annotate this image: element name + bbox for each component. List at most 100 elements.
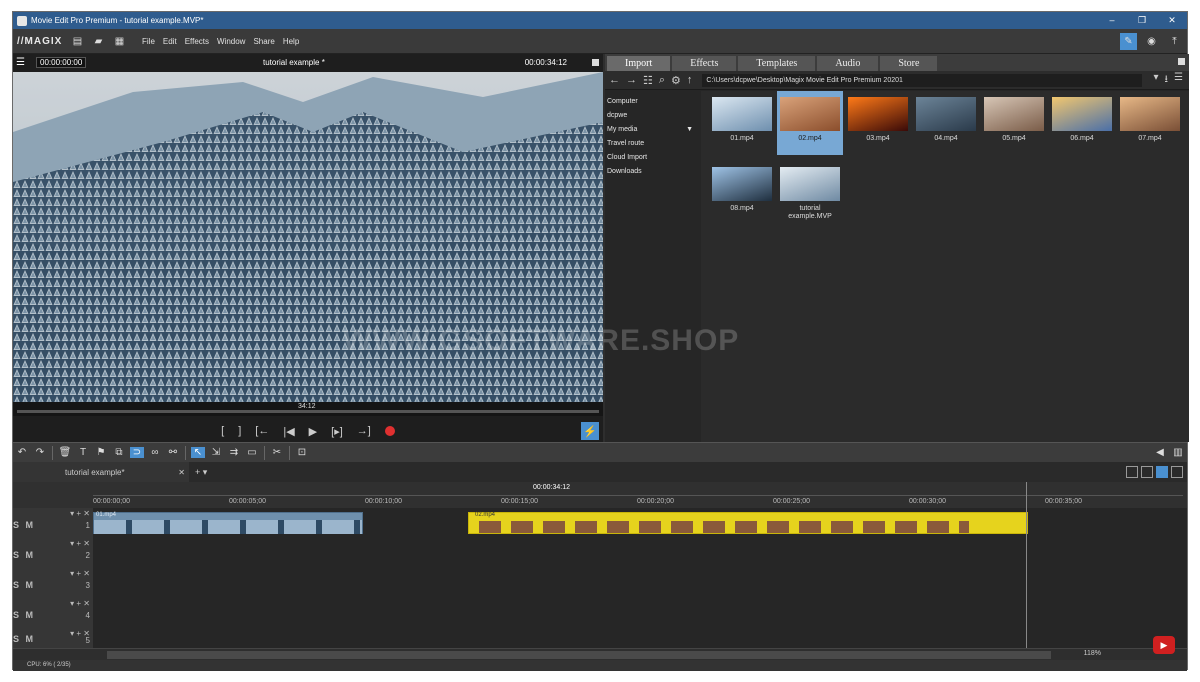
timeline-scrollbar[interactable]: 118% bbox=[13, 648, 1187, 660]
marker-icon[interactable]: ⚑ bbox=[94, 447, 108, 458]
folder-cloud-import[interactable]: Cloud Import bbox=[605, 151, 701, 165]
link-icon[interactable]: ∞ bbox=[148, 447, 162, 458]
folder-dcpwe[interactable]: dcpwe bbox=[605, 109, 701, 123]
track-controls[interactable]: ▾ + ✕ bbox=[70, 569, 90, 578]
file-thumb[interactable]: 07.mp4 bbox=[1117, 91, 1183, 155]
tab-store[interactable]: Store bbox=[880, 56, 938, 71]
text-icon[interactable]: T bbox=[76, 447, 90, 458]
track-sm[interactable]: S M bbox=[13, 520, 35, 530]
prev-marker-button[interactable]: [← bbox=[255, 425, 269, 437]
up-icon[interactable]: ↑ bbox=[687, 74, 693, 87]
minimize-button[interactable]: – bbox=[1097, 15, 1127, 26]
ripple-icon[interactable]: ⇉ bbox=[227, 447, 241, 458]
menu-window[interactable]: Window bbox=[217, 37, 245, 46]
file-thumb[interactable]: 03.mp4 bbox=[845, 91, 911, 155]
multi-select-icon[interactable]: ⇲ bbox=[209, 447, 223, 458]
view-single-icon[interactable] bbox=[1126, 466, 1138, 478]
gear-icon[interactable]: ⚙ bbox=[671, 74, 681, 87]
new-file-icon[interactable]: ▤ bbox=[72, 36, 83, 47]
path-field[interactable]: C:\Users\dcpwe\Desktop\Magix Movie Edit … bbox=[702, 73, 1143, 87]
next-button[interactable]: →] bbox=[357, 425, 371, 437]
track-sm[interactable]: S M bbox=[13, 634, 35, 644]
track-sm[interactable]: S M bbox=[13, 580, 35, 590]
dropdown-icon[interactable]: ▾ bbox=[1154, 72, 1159, 89]
import-icon[interactable]: ⭳ bbox=[1165, 72, 1169, 89]
tab-templates[interactable]: Templates bbox=[738, 56, 816, 71]
track-sm[interactable]: S M bbox=[13, 550, 35, 560]
thumbnail bbox=[848, 97, 908, 131]
menu-file[interactable]: File bbox=[142, 37, 155, 46]
open-folder-icon[interactable]: ▰ bbox=[93, 36, 104, 47]
pointer-icon[interactable]: ↖ bbox=[191, 447, 205, 458]
undo-icon[interactable]: ↶ bbox=[15, 447, 29, 458]
list-view-icon[interactable]: ☰ bbox=[1174, 72, 1183, 89]
search-icon[interactable]: ⌕ bbox=[659, 74, 665, 87]
mark-in-button[interactable]: [ bbox=[221, 425, 224, 437]
file-thumb[interactable]: 02.mp4 bbox=[777, 91, 843, 155]
preview-scrubber[interactable]: 34:12 bbox=[13, 402, 603, 416]
maximize-preview-icon[interactable] bbox=[592, 59, 599, 66]
folder-downloads[interactable]: Downloads bbox=[605, 165, 701, 179]
tree-icon[interactable]: ☷ bbox=[643, 74, 653, 87]
record-button[interactable] bbox=[384, 426, 395, 436]
view-overview-icon[interactable] bbox=[1171, 466, 1183, 478]
close-icon[interactable]: ✕ bbox=[178, 468, 185, 477]
back-icon[interactable]: ← bbox=[609, 74, 620, 87]
group-icon[interactable]: ⧉ bbox=[112, 447, 126, 458]
trash-icon[interactable]: 🗑 bbox=[58, 447, 72, 458]
file-thumb[interactable]: 05.mp4 bbox=[981, 91, 1047, 155]
snapshot-icon[interactable]: ⊡ bbox=[295, 447, 309, 458]
file-thumb[interactable]: 08.mp4 bbox=[709, 161, 775, 225]
prev-button[interactable]: |◀ bbox=[283, 425, 294, 438]
clip-02[interactable]: 02.mp4 bbox=[468, 512, 1028, 534]
mark-out-button[interactable]: ] bbox=[238, 425, 241, 437]
menu-help[interactable]: Help bbox=[283, 37, 299, 46]
menu-edit[interactable]: Edit bbox=[163, 37, 177, 46]
view-storyboard-icon[interactable] bbox=[1141, 466, 1153, 478]
tab-import[interactable]: Import bbox=[607, 56, 671, 71]
forward-icon[interactable]: → bbox=[626, 74, 637, 87]
speaker-icon[interactable]: ◀ bbox=[1153, 447, 1167, 458]
disc-icon[interactable]: ◉ bbox=[1143, 33, 1160, 50]
upload-icon[interactable]: ⤒ bbox=[1166, 33, 1183, 50]
mixer-icon[interactable]: ▥ bbox=[1171, 447, 1185, 458]
tab-audio[interactable]: Audio bbox=[817, 56, 879, 71]
preview-timecode[interactable]: 00:00:00:00 bbox=[36, 57, 87, 68]
file-thumb[interactable]: 04.mp4 bbox=[913, 91, 979, 155]
tab-project[interactable]: tutorial example* ✕ bbox=[13, 462, 189, 482]
maximize-button[interactable]: ❐ bbox=[1127, 15, 1157, 26]
add-tab-icon[interactable]: + ▾ bbox=[195, 467, 207, 478]
track-controls[interactable]: ▾ + ✕ bbox=[70, 539, 90, 548]
range-icon[interactable]: ▭ bbox=[245, 447, 259, 458]
file-thumb[interactable]: 01.mp4 bbox=[709, 91, 775, 155]
save-icon[interactable]: ▦ bbox=[114, 36, 125, 47]
clip-01[interactable]: 01.mp4 bbox=[93, 512, 363, 534]
menu-effects[interactable]: Effects bbox=[185, 37, 209, 46]
file-thumb[interactable]: 06.mp4 bbox=[1049, 91, 1115, 155]
zoom-level[interactable]: 118% bbox=[1084, 650, 1101, 657]
file-thumb[interactable]: tutorial example.MVP bbox=[777, 161, 843, 225]
lightning-icon[interactable]: ⚡ bbox=[581, 422, 599, 440]
folder-travel-route[interactable]: Travel route bbox=[605, 137, 701, 151]
track-controls[interactable]: ▾ + ✕ bbox=[70, 599, 90, 608]
playhead[interactable] bbox=[1026, 482, 1027, 648]
next-marker-button[interactable]: [▸] bbox=[331, 425, 343, 438]
close-button[interactable]: ✕ bbox=[1157, 15, 1187, 26]
time-ruler[interactable]: 00:00:34:12 00:00:00;00 00:00:05;00 00:0… bbox=[13, 482, 1187, 508]
unlink-icon[interactable]: ⚯ bbox=[166, 447, 180, 458]
folder-my-media[interactable]: My media ▼ bbox=[605, 123, 701, 137]
view-timeline-icon[interactable] bbox=[1156, 466, 1168, 478]
track-controls[interactable]: ▾ + ✕ bbox=[70, 509, 90, 518]
folder-computer[interactable]: Computer bbox=[605, 95, 701, 109]
redo-icon[interactable]: ↷ bbox=[33, 447, 47, 458]
magnet-icon[interactable]: ⊃ bbox=[130, 447, 144, 458]
maximize-pool-icon[interactable] bbox=[1178, 58, 1185, 65]
pin-icon[interactable]: ✎ bbox=[1120, 32, 1137, 50]
menu-icon[interactable]: ☰ bbox=[16, 57, 28, 68]
youtube-icon[interactable]: ▶ bbox=[1153, 636, 1175, 654]
track-sm[interactable]: S M bbox=[13, 610, 35, 620]
play-button[interactable]: ▶ bbox=[309, 425, 317, 438]
tab-effects[interactable]: Effects bbox=[672, 56, 737, 71]
scissors-icon[interactable]: ✂ bbox=[270, 447, 284, 458]
menu-share[interactable]: Share bbox=[253, 37, 274, 46]
